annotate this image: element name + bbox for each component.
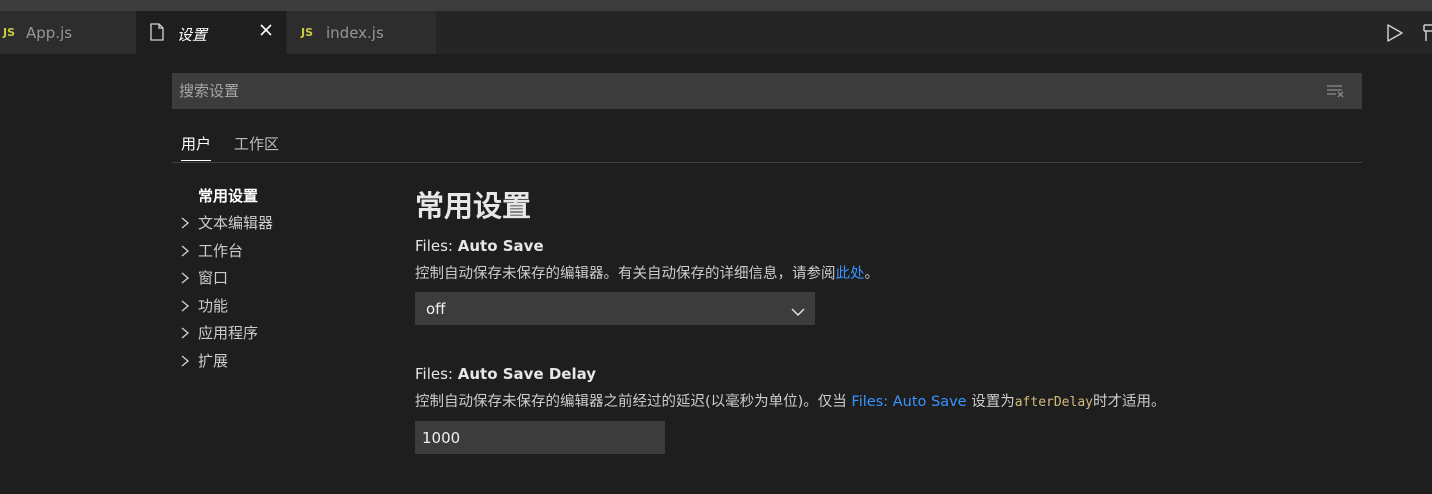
tab-app-js[interactable]: JS App.js [0,11,136,54]
chevron-down-icon [791,302,805,321]
tab-index-js[interactable]: JS index.js [287,11,436,54]
toc-item-window[interactable]: 窗口 [180,267,228,288]
toc-item-label: 应用程序 [198,324,259,342]
split-editor-icon[interactable] [1420,23,1432,47]
js-file-icon: JS [301,26,314,39]
toc-item-features[interactable]: 功能 [180,295,228,316]
description-text: 时才适用。 [1093,394,1166,410]
js-file-icon: JS [3,26,16,39]
setting-link[interactable]: Files: Auto Save [851,394,966,410]
toc-item-label: 窗口 [198,269,229,287]
docs-link[interactable]: 此处 [836,266,865,282]
tab-label: 设置 [177,26,208,44]
tab-label: App.js [26,24,73,42]
chevron-right-icon [180,298,198,316]
auto-save-select[interactable]: off [415,292,815,325]
setting-title-auto-save: Files: Auto Save [415,237,544,255]
toc-item-extensions[interactable]: 扩展 [180,350,228,371]
setting-description-auto-save-delay: 控制自动保存未保存的编辑器之前经过的延迟(以毫秒为单位)。仅当 Files: A… [415,390,1166,411]
description-text: 。 [864,266,880,282]
settings-scope-tabs: 用户 工作区 [172,130,1362,163]
chevron-right-icon [180,353,198,371]
chevron-right-icon [180,243,198,261]
toc-item-application[interactable]: 应用程序 [180,322,258,343]
tab-user[interactable]: 用户 [181,133,212,161]
description-text: 控制自动保存未保存的编辑器之前经过的延迟(以毫秒为单位)。仅当 [415,394,852,410]
setting-title-auto-save-delay: Files: Auto Save Delay [415,365,596,383]
toc-item-workbench[interactable]: 工作台 [180,240,243,261]
chevron-right-icon [180,270,198,288]
description-text: 控制自动保存未保存的编辑器。有关自动保存的详细信息，请参阅 [415,266,836,282]
setting-description-auto-save: 控制自动保存未保存的编辑器。有关自动保存的详细信息，请参阅此处。 [415,262,879,283]
tab-settings[interactable]: 设置 [136,11,286,54]
selected-value: off [426,300,446,318]
toc-item-label: 工作台 [198,242,244,260]
tab-workspace[interactable]: 工作区 [234,133,279,160]
clear-filter-icon[interactable] [1326,83,1346,102]
close-icon[interactable] [258,22,274,38]
title-bar-strip [0,0,1432,11]
setting-category: Files: [415,365,458,383]
setting-name: Auto Save Delay [457,365,597,383]
setting-category: Files: [415,237,458,255]
file-icon [150,23,164,45]
toc-item-label: 扩展 [198,352,229,370]
tab-label: index.js [326,24,384,42]
section-title: 常用设置 [415,189,532,223]
search-settings-box [172,73,1362,109]
toc-item-label: 常用设置 [198,187,259,205]
auto-save-delay-input[interactable] [415,421,665,454]
settings-editor-window: JS App.js 设置 JS index.js 搜索设置 用户 工作区 常用设… [0,0,1432,494]
toc-item-common-settings[interactable]: 常用设置 [180,185,258,206]
search-input[interactable] [172,73,1312,109]
setting-name: Auto Save [457,237,544,255]
chevron-right-icon [180,215,198,233]
toc-item-text-editor[interactable]: 文本编辑器 [180,212,273,233]
run-icon[interactable] [1386,23,1404,47]
description-text: 设置为 [966,394,1015,410]
code-value: afterDelay [1014,395,1093,410]
chevron-right-icon [180,325,198,343]
toc-item-label: 功能 [198,297,229,315]
editor-tab-bar: JS App.js 设置 JS index.js [0,11,1432,54]
toc-item-label: 文本编辑器 [198,214,274,232]
